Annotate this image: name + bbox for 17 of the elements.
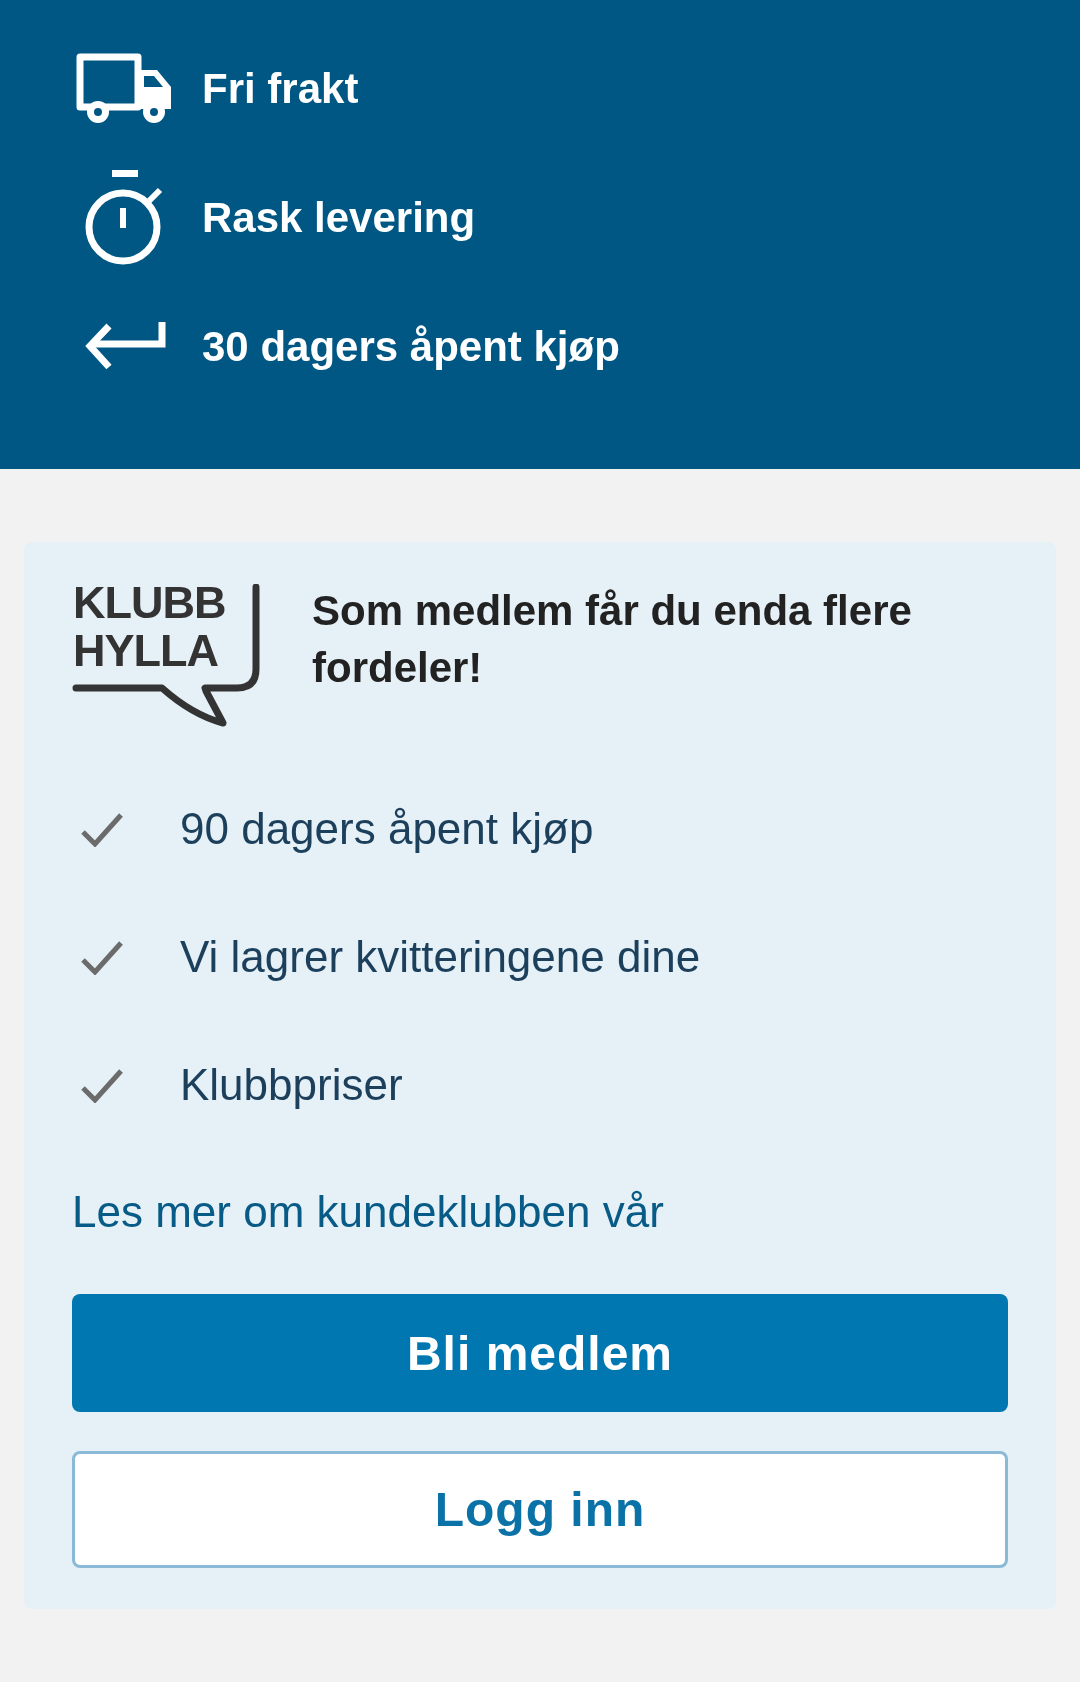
truck-icon bbox=[76, 53, 174, 124]
club-info-link[interactable]: Les mer om kundeklubben vår bbox=[72, 1180, 664, 1244]
logo-text: HYLLA bbox=[73, 625, 218, 676]
benefit-label: Fri frakt bbox=[202, 64, 359, 113]
club-heading: Som medlem får du enda flere fordeler! bbox=[312, 586, 913, 693]
perk-label: 90 dagers åpent kjøp bbox=[180, 804, 594, 854]
log-in-button[interactable]: Logg inn bbox=[72, 1451, 1008, 1568]
benefit-label: Rask levering bbox=[202, 193, 476, 242]
benefit-label: 30 dagers åpent kjøp bbox=[202, 322, 620, 371]
stopwatch-icon bbox=[85, 170, 165, 265]
perk-label: Vi lagrer kvitteringene dine bbox=[180, 932, 701, 982]
perk-label: Klubbpriser bbox=[180, 1060, 403, 1110]
check-icon bbox=[80, 1067, 124, 1103]
check-icon bbox=[80, 811, 124, 847]
logo-text: KLUBB bbox=[73, 584, 226, 628]
check-icon bbox=[80, 939, 124, 975]
sign-up-button[interactable]: Bli medlem bbox=[72, 1294, 1008, 1412]
